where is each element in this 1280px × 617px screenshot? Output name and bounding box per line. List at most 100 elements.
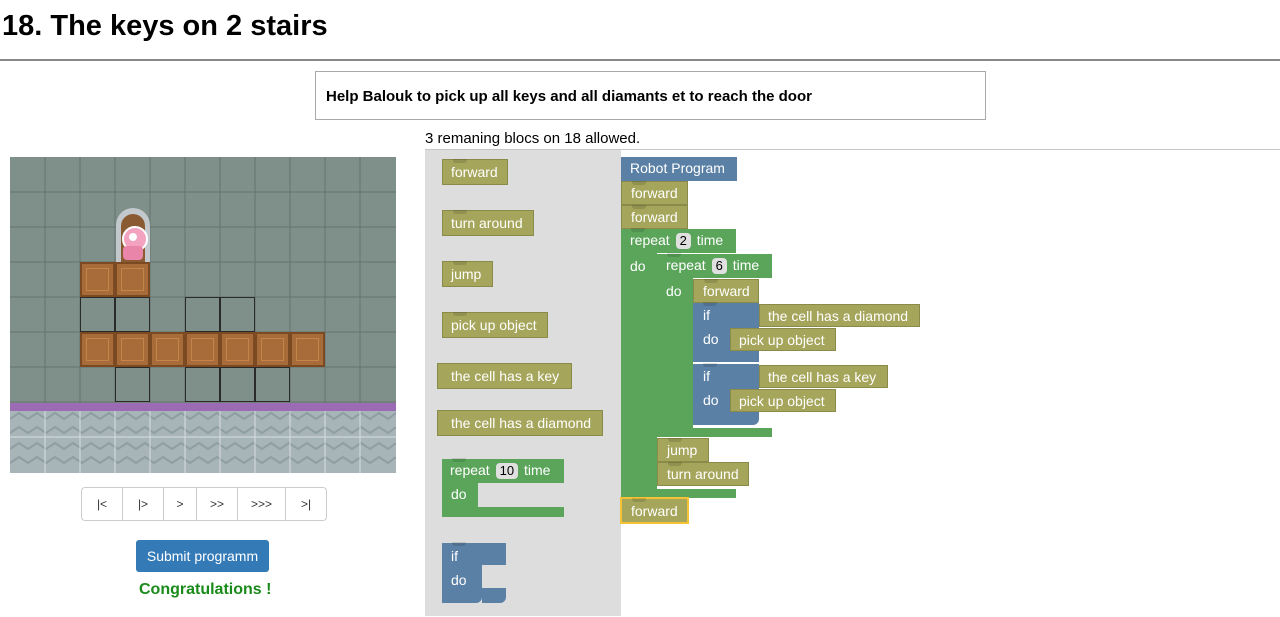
task-description: Help Balouk to pick up all keys and all … bbox=[315, 71, 986, 120]
toolbox-pick-up-block[interactable]: pick up object bbox=[442, 312, 548, 338]
block-label: pick up object bbox=[451, 317, 537, 333]
block-label: the cell has a diamond bbox=[768, 308, 909, 324]
inner-repeat-footer bbox=[657, 428, 772, 437]
empty-cell bbox=[185, 367, 220, 402]
empty-cell bbox=[80, 297, 115, 332]
repeat-header: repeat 10 time bbox=[450, 462, 550, 479]
fastest-play-button[interactable]: >>> bbox=[238, 488, 286, 520]
empty-cell bbox=[255, 367, 290, 402]
robot-body-icon bbox=[123, 246, 143, 260]
block-label: the cell has a key bbox=[451, 368, 560, 384]
block-label: turn around bbox=[667, 466, 739, 482]
do-label: do bbox=[451, 572, 467, 588]
repeat-count[interactable]: 6 bbox=[711, 258, 727, 274]
repeat-footer bbox=[442, 507, 564, 517]
toolbox-jump-block[interactable]: jump bbox=[442, 261, 493, 287]
do-label: do bbox=[630, 258, 646, 274]
empty-cell bbox=[220, 367, 255, 402]
outer-repeat-block[interactable]: repeat 2 time bbox=[621, 228, 736, 253]
block-label: the cell has a diamond bbox=[451, 415, 592, 431]
play-button[interactable]: > bbox=[164, 488, 197, 520]
block-label: forward bbox=[631, 503, 678, 519]
do-label: do bbox=[666, 283, 682, 299]
block-label: forward bbox=[451, 164, 498, 180]
program-forward-block[interactable]: forward bbox=[621, 205, 688, 229]
go-end-button[interactable]: >| bbox=[286, 488, 326, 520]
crate bbox=[115, 262, 150, 297]
cell-has-diamond-condition[interactable]: the cell has a diamond bbox=[759, 304, 920, 327]
step-button[interactable]: |> bbox=[123, 488, 164, 520]
block-label: jump bbox=[667, 442, 698, 458]
crate bbox=[255, 332, 290, 367]
block-label: pick up object bbox=[739, 332, 825, 348]
status-message: Congratulations ! bbox=[139, 581, 272, 598]
floor-edge bbox=[10, 403, 396, 411]
program-jump-block[interactable]: jump bbox=[657, 438, 709, 462]
outer-repeat-footer bbox=[621, 489, 736, 498]
program-forward-block[interactable]: forward bbox=[621, 181, 688, 205]
program-header-label: Robot Program bbox=[630, 160, 725, 176]
remaining-blocks-counter: 3 remaning blocs on 18 allowed. bbox=[425, 130, 641, 147]
title-divider bbox=[0, 59, 1280, 61]
toolbox-repeat-block[interactable]: repeat 10 time bbox=[442, 458, 564, 483]
crate bbox=[150, 332, 185, 367]
crate bbox=[115, 332, 150, 367]
submit-button[interactable]: Submit programm bbox=[136, 540, 269, 572]
crate bbox=[220, 332, 255, 367]
toolbox-cell-has-key-block[interactable]: the cell has a key bbox=[437, 363, 572, 389]
if-label: if bbox=[703, 307, 710, 323]
repeat-count[interactable]: 2 bbox=[675, 233, 691, 249]
repeat-header: repeat 6 time bbox=[666, 257, 759, 274]
time-label: time bbox=[732, 257, 760, 273]
repeat-count[interactable]: 10 bbox=[495, 463, 519, 479]
if-label: if bbox=[703, 368, 710, 384]
crate bbox=[185, 332, 220, 367]
inner-repeat-body: do bbox=[657, 278, 693, 428]
block-label: forward bbox=[703, 283, 750, 299]
program-forward-block[interactable]: forward bbox=[693, 279, 759, 303]
page-title: 18. The keys on 2 stairs bbox=[2, 10, 328, 42]
toolbox-forward-block[interactable]: forward bbox=[442, 159, 508, 185]
time-label: time bbox=[523, 462, 551, 478]
empty-cell bbox=[220, 297, 255, 332]
repeat-label: repeat bbox=[450, 462, 490, 478]
playback-controls: |< |> > >> >>> >| bbox=[81, 487, 327, 521]
program-pick-up-block[interactable]: pick up object bbox=[730, 328, 836, 351]
block-label: turn around bbox=[451, 215, 523, 231]
do-label: do bbox=[451, 486, 467, 502]
if-label: if bbox=[451, 548, 458, 564]
robot-program-header[interactable]: Robot Program bbox=[621, 157, 737, 181]
do-label: do bbox=[703, 392, 719, 408]
repeat-label: repeat bbox=[666, 257, 706, 273]
block-label: pick up object bbox=[739, 393, 825, 409]
crate bbox=[80, 262, 115, 297]
program-forward-block-selected[interactable]: forward bbox=[620, 497, 689, 524]
crate bbox=[80, 332, 115, 367]
toolbox-turn-around-block[interactable]: turn around bbox=[442, 210, 534, 236]
toolbox-if-block[interactable]: if do bbox=[442, 542, 482, 603]
floor bbox=[10, 411, 396, 473]
crate bbox=[290, 332, 325, 367]
empty-cell bbox=[115, 367, 150, 402]
block-label: jump bbox=[451, 266, 482, 282]
program-turn-around-block[interactable]: turn around bbox=[657, 462, 749, 486]
program-pick-up-block[interactable]: pick up object bbox=[730, 389, 836, 412]
block-label: forward bbox=[631, 185, 678, 201]
do-label: do bbox=[703, 331, 719, 347]
if-condition-slot bbox=[482, 543, 506, 565]
robot-eye-icon bbox=[129, 233, 137, 241]
outer-repeat-body: do bbox=[621, 253, 657, 489]
fast-play-button[interactable]: >> bbox=[197, 488, 238, 520]
empty-cell bbox=[185, 297, 220, 332]
go-start-button[interactable]: |< bbox=[82, 488, 123, 520]
cell-has-key-condition[interactable]: the cell has a key bbox=[759, 365, 888, 388]
repeat-body-left: do bbox=[442, 483, 478, 507]
if-footer bbox=[482, 588, 506, 603]
repeat-label: repeat bbox=[630, 232, 670, 248]
block-label: forward bbox=[631, 209, 678, 225]
empty-cell bbox=[115, 297, 150, 332]
block-label: the cell has a key bbox=[768, 369, 877, 385]
time-label: time bbox=[696, 232, 724, 248]
inner-repeat-block[interactable]: repeat 6 time bbox=[657, 253, 772, 278]
toolbox-cell-has-diamond-block[interactable]: the cell has a diamond bbox=[437, 410, 603, 436]
